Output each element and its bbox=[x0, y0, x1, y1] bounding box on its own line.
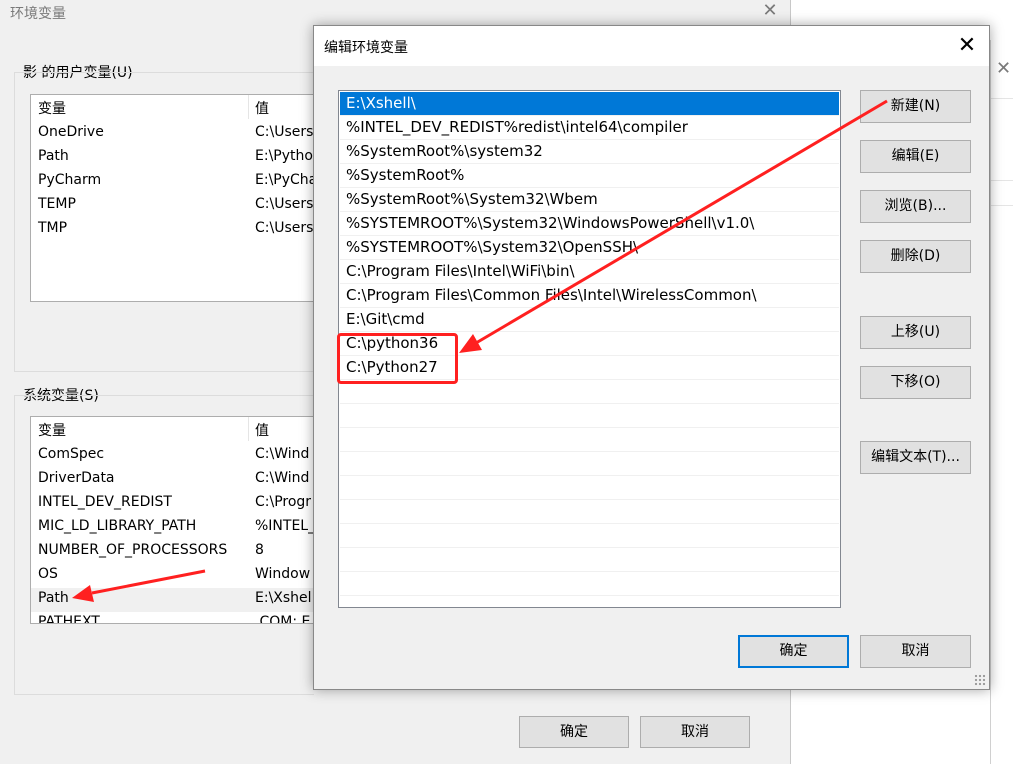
table-row[interactable]: DriverData C:\Wind bbox=[31, 468, 321, 492]
table-header: 变量 值 bbox=[31, 95, 321, 119]
list-item-empty[interactable] bbox=[340, 500, 839, 524]
table-row-selected[interactable]: Path E:\Xshel bbox=[31, 588, 321, 612]
title-bar: 编辑环境变量 ✕ bbox=[314, 26, 989, 66]
bg-ok-button[interactable]: 确定 bbox=[519, 716, 629, 748]
column-header-name[interactable]: 变量 bbox=[38, 420, 66, 440]
list-item-empty[interactable] bbox=[340, 428, 839, 452]
cancel-button[interactable]: 取消 bbox=[860, 635, 971, 668]
table-row[interactable]: PyCharm E:\PyCha bbox=[31, 170, 321, 194]
list-item[interactable]: %SystemRoot%\System32\Wbem bbox=[340, 188, 839, 212]
delete-button[interactable]: 删除(D) bbox=[860, 240, 971, 273]
system-vars-table[interactable]: 变量 值 ComSpec C:\Wind DriverData C:\Wind IN… bbox=[30, 416, 322, 624]
list-item[interactable]: %SYSTEMROOT%\System32\OpenSSH\ bbox=[340, 236, 839, 260]
background-window bbox=[990, 40, 1013, 764]
new-button[interactable]: 新建(N) bbox=[860, 90, 971, 123]
column-header-name[interactable]: 变量 bbox=[38, 98, 66, 118]
table-row[interactable]: PATHEXT .COM;.E bbox=[31, 612, 321, 623]
table-row[interactable]: MIC_LD_LIBRARY_PATH %INTEL_ bbox=[31, 516, 321, 540]
highlight-box bbox=[337, 333, 458, 384]
close-icon[interactable]: ✕ bbox=[760, 0, 780, 22]
list-item-empty[interactable] bbox=[340, 524, 839, 548]
column-header-value[interactable]: 值 bbox=[255, 420, 269, 440]
table-header: 变量 值 bbox=[31, 417, 321, 441]
list-item-empty[interactable] bbox=[340, 548, 839, 572]
edit-text-button[interactable]: 编辑文本(T)... bbox=[860, 441, 971, 474]
close-icon[interactable]: ✕ bbox=[953, 32, 981, 60]
list-item[interactable]: %SystemRoot%\system32 bbox=[340, 140, 839, 164]
list-item-empty[interactable] bbox=[340, 572, 839, 596]
list-item[interactable]: C:\Program Files\Common Files\Intel\Wire… bbox=[340, 284, 839, 308]
move-down-button[interactable]: 下移(O) bbox=[860, 366, 971, 399]
table-row[interactable]: INTEL_DEV_REDIST C:\Progr bbox=[31, 492, 321, 516]
table-row[interactable]: TEMP C:\Users bbox=[31, 194, 321, 218]
resize-grip[interactable] bbox=[974, 674, 986, 686]
window-title: 环境变量 bbox=[10, 6, 66, 22]
table-row[interactable]: OneDrive C:\Users bbox=[31, 122, 321, 146]
list-item-empty[interactable] bbox=[340, 452, 839, 476]
list-item[interactable]: %SystemRoot% bbox=[340, 164, 839, 188]
close-icon[interactable]: ✕ bbox=[996, 58, 1011, 79]
dialog-title: 编辑环境变量 bbox=[324, 40, 408, 56]
browse-button[interactable]: 浏览(B)... bbox=[860, 190, 971, 223]
table-row[interactable]: ComSpec C:\Wind bbox=[31, 444, 321, 468]
table-row[interactable]: NUMBER_OF_PROCESSORS 8 bbox=[31, 540, 321, 564]
user-vars-table[interactable]: 变量 值 OneDrive C:\Users Path E:\Pytho PyCha… bbox=[30, 94, 322, 302]
table-row[interactable]: Path E:\Pytho bbox=[31, 146, 321, 170]
list-item[interactable]: %INTEL_DEV_REDIST%redist\intel64\compile… bbox=[340, 116, 839, 140]
list-item-selected[interactable]: E:\Xshell\ bbox=[340, 92, 839, 116]
list-item[interactable]: %SYSTEMROOT%\System32\WindowsPowerShell\… bbox=[340, 212, 839, 236]
list-item[interactable]: C:\Program Files\Intel\WiFi\bin\ bbox=[340, 260, 839, 284]
table-row[interactable]: OS Window bbox=[31, 564, 321, 588]
column-header-value[interactable]: 值 bbox=[255, 98, 269, 118]
list-item[interactable]: E:\Git\cmd bbox=[340, 308, 839, 332]
move-up-button[interactable]: 上移(U) bbox=[860, 316, 971, 349]
edit-button[interactable]: 编辑(E) bbox=[860, 140, 971, 173]
table-row[interactable]: TMP C:\Users bbox=[31, 218, 321, 242]
list-item-empty[interactable] bbox=[340, 476, 839, 500]
ok-button[interactable]: 确定 bbox=[738, 635, 849, 668]
list-item-empty[interactable] bbox=[340, 404, 839, 428]
bg-cancel-button[interactable]: 取消 bbox=[640, 716, 750, 748]
